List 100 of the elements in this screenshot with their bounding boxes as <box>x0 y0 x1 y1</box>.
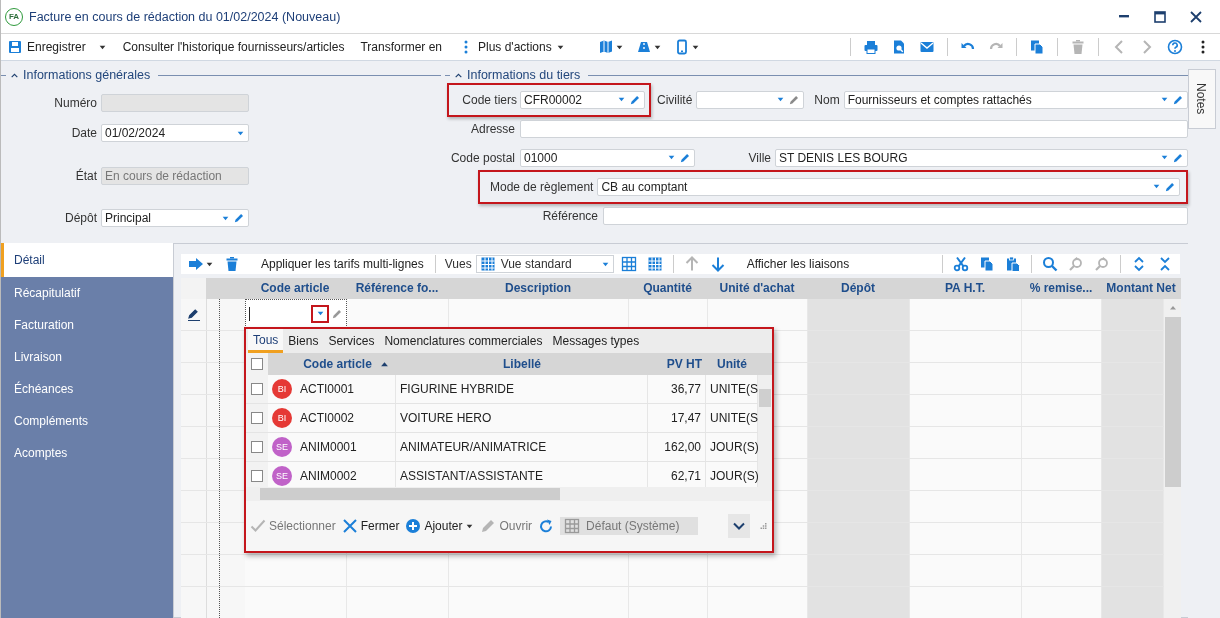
vertical-scrollbar[interactable] <box>1164 299 1181 618</box>
column-header[interactable]: % remise... <box>1021 278 1101 299</box>
column-header[interactable]: Référence fo... <box>346 278 448 299</box>
dropdown-field[interactable]: ST DENIS LES BOURG <box>775 148 1188 167</box>
scrollbar-thumb[interactable] <box>260 488 560 500</box>
sidebar-tab[interactable]: Échéances <box>1 373 173 405</box>
view-dropdown[interactable]: Vue standard <box>475 255 614 273</box>
dropdown-button[interactable] <box>311 304 329 323</box>
pencil-icon[interactable] <box>1164 180 1176 193</box>
scroll-up-icon <box>1168 304 1177 312</box>
help-icon <box>1167 39 1183 55</box>
more-actions-button[interactable]: Plus d'actions <box>458 37 573 57</box>
plus-circle-button[interactable]: Ajouter <box>405 518 475 534</box>
plus-circle-icon <box>405 518 422 534</box>
grid-icon <box>620 256 637 272</box>
field-label: État <box>74 169 97 183</box>
column-header[interactable]: PV HT <box>648 357 706 371</box>
dropdown-field[interactable]: CFR00002 <box>520 90 645 109</box>
scissors-icon <box>953 256 969 272</box>
column-header[interactable]: Unité d'achat <box>707 278 807 299</box>
readonly-field: En cours de rédaction <box>101 167 249 185</box>
column-header[interactable]: Montant Net <box>1101 278 1181 299</box>
document-search-icon <box>891 39 907 55</box>
dropdown-field[interactable]: 01000 <box>520 148 695 167</box>
column-header[interactable]: Code article <box>244 278 346 299</box>
type-badge: BI <box>272 379 292 399</box>
type-badge: SE <box>272 437 292 457</box>
article-label: FIGURINE HYBRIDE <box>396 375 648 403</box>
search-next-icon <box>1094 256 1110 272</box>
column-header[interactable]: Dépôt <box>807 278 909 299</box>
notes-tab[interactable]: Notes <box>1188 69 1216 129</box>
toolbar-button[interactable]: Appliquer les tarifs multi-lignes <box>261 257 424 271</box>
collapse-caret-icon[interactable] <box>454 70 463 80</box>
sidebar-tab[interactable]: Facturation <box>1 309 173 341</box>
scrollbar-thumb[interactable] <box>759 389 771 407</box>
column-header[interactable]: PA H.T. <box>909 278 1021 299</box>
sidebar-tab[interactable]: Livraison <box>1 341 173 373</box>
expand-icon <box>1131 256 1147 272</box>
pencil-icon[interactable] <box>1172 93 1184 106</box>
toolbar-button[interactable]: Consulter l'historique fournisseurs/articles <box>122 38 353 56</box>
column-header[interactable]: Code article <box>296 357 396 371</box>
collapse-caret-icon[interactable] <box>10 70 19 80</box>
close-button[interactable]: Fermer <box>341 518 400 534</box>
toolbar-button[interactable]: Transformer en <box>360 38 450 56</box>
article-label: ANIMATEUR/ANIMATRICE <box>396 433 648 461</box>
horizontal-scrollbar[interactable] <box>246 487 772 501</box>
tab[interactable]: Nomenclatures commerciales <box>379 329 548 353</box>
vertical-scrollbar[interactable] <box>758 375 772 487</box>
caret-icon[interactable] <box>617 95 626 104</box>
pencil-icon[interactable] <box>233 212 245 224</box>
tab[interactable]: Services <box>323 329 380 353</box>
date-field[interactable]: 01/02/2024 <box>101 124 249 142</box>
chevron-down-button[interactable] <box>728 514 750 538</box>
text-field[interactable] <box>520 119 1188 138</box>
field-label: Code tiers <box>461 92 517 107</box>
column-header[interactable]: Description <box>448 278 628 299</box>
save-button[interactable]: Enregistrer <box>7 37 115 57</box>
pencil-icon[interactable] <box>629 93 641 106</box>
pencil-icon[interactable] <box>1172 151 1184 164</box>
field-label: Ville <box>747 150 771 165</box>
edit-row-icon <box>185 306 202 323</box>
caret-icon[interactable] <box>1152 182 1161 191</box>
toolbar-button[interactable]: Afficher les liaisons <box>746 257 850 271</box>
road-icon <box>635 39 652 55</box>
section-title: Informations du tiers <box>467 68 581 82</box>
caret-icon[interactable] <box>667 153 676 162</box>
refresh-button[interactable] <box>538 518 555 534</box>
column-header[interactable]: Unité <box>706 357 758 371</box>
tab[interactable]: Messages types <box>547 329 645 353</box>
section-title: Informations générales <box>23 68 151 82</box>
sidebar-tab[interactable]: Acomptes <box>1 437 173 469</box>
select-all-checkbox[interactable] <box>251 358 263 370</box>
window-title: Facture en cours de rédaction du 01/02/2024 (Nouveau) <box>29 9 342 24</box>
sidebar-tab[interactable]: Compléments <box>1 405 173 437</box>
row-checkbox[interactable] <box>251 470 263 482</box>
pencil-icon[interactable] <box>679 151 691 164</box>
field-label: Date <box>70 126 97 140</box>
price: 36,77 <box>648 375 706 403</box>
dropdown-field[interactable]: Principal <box>101 209 249 227</box>
tab[interactable]: Biens <box>283 329 324 353</box>
dropdown-field[interactable]: CB au comptant <box>597 177 1180 196</box>
caret-icon[interactable] <box>1160 95 1169 104</box>
text-field[interactable] <box>603 206 1188 225</box>
field-label: Civilité <box>657 92 693 107</box>
caret-icon[interactable] <box>1160 153 1169 162</box>
row-checkbox[interactable] <box>251 383 263 395</box>
sort-ascending-icon <box>379 359 389 369</box>
column-header[interactable]: Libellé <box>396 357 648 371</box>
field-label: Mode de règlement <box>490 179 594 194</box>
column-header[interactable]: Quantité <box>628 278 707 299</box>
input-field[interactable] <box>245 299 347 328</box>
sidebar-tab[interactable]: Récapitulatif <box>1 277 173 309</box>
pencil-icon[interactable] <box>331 307 343 320</box>
sidebar-tab[interactable]: Détail <box>1 243 173 277</box>
row-checkbox[interactable] <box>251 441 263 453</box>
tab[interactable]: Tous <box>248 329 284 353</box>
scrollbar-thumb[interactable] <box>1164 317 1181 487</box>
up-arrow-icon <box>683 256 700 272</box>
dropdown-field[interactable]: Fournisseurs et comptes rattachés <box>843 90 1188 109</box>
row-checkbox[interactable] <box>251 412 263 424</box>
